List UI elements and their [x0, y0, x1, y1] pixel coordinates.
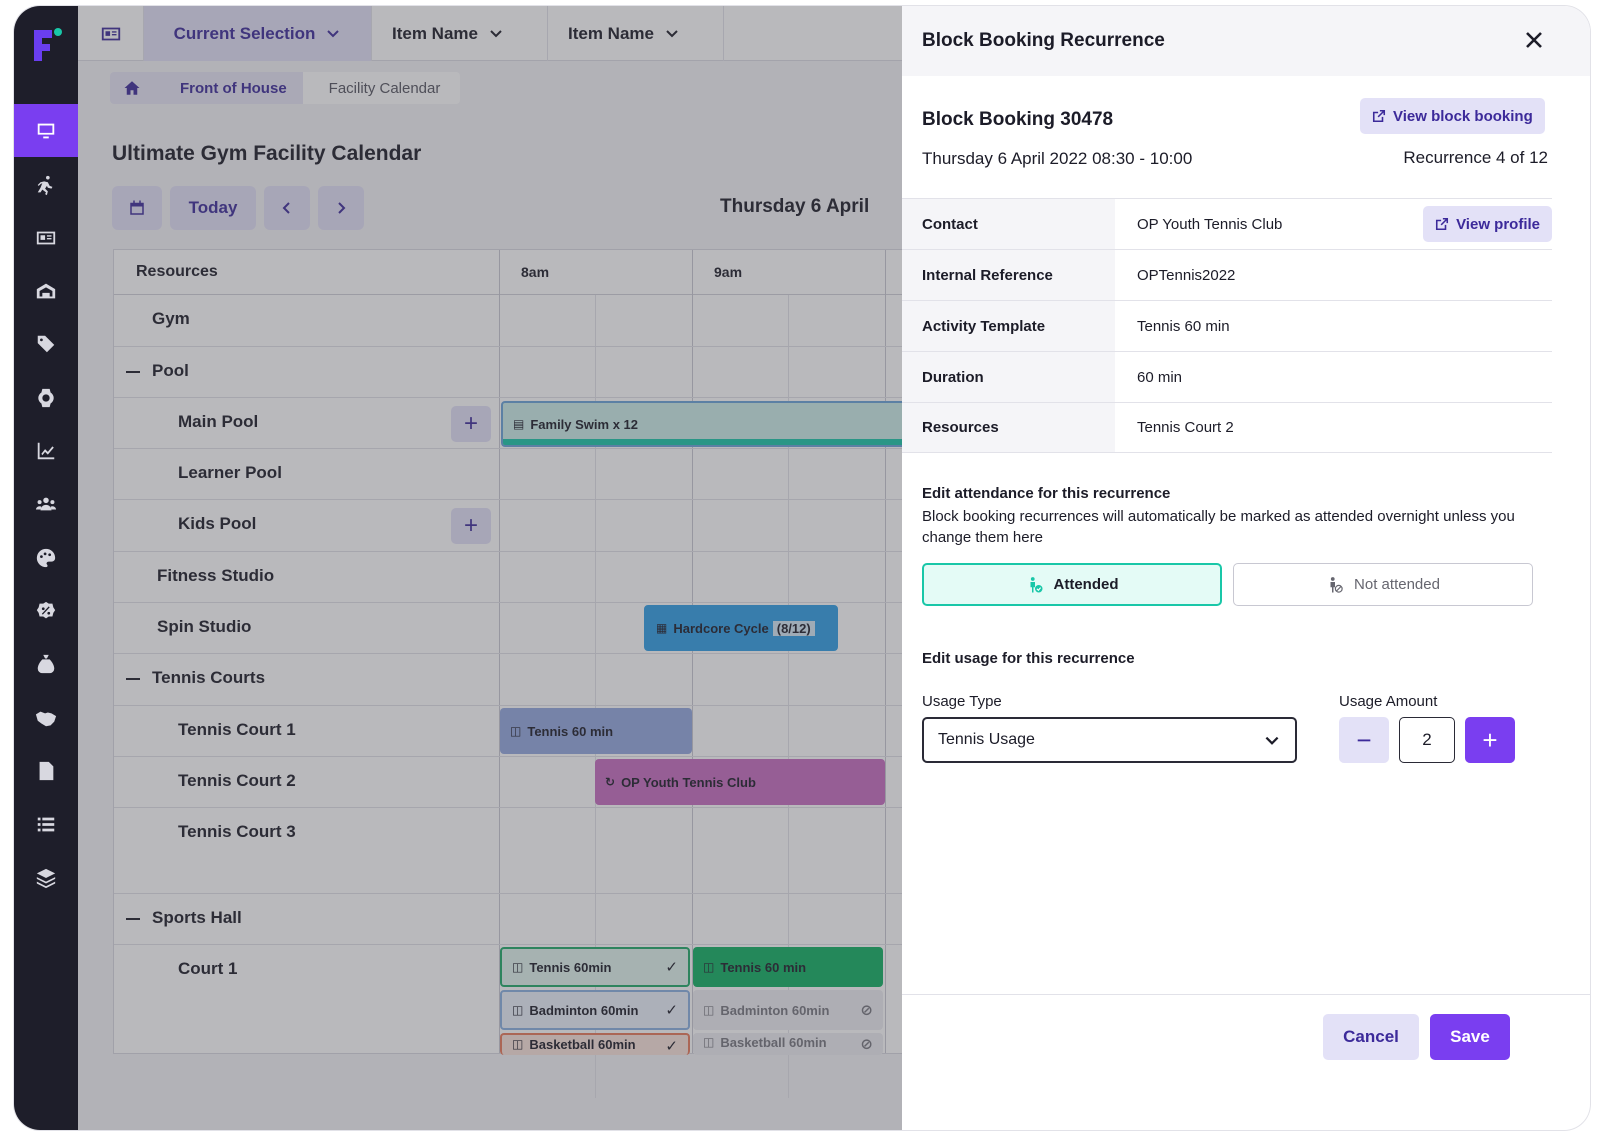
cancel-button[interactable]: Cancel — [1323, 1014, 1419, 1060]
view-block-booking-button[interactable]: View block booking — [1360, 98, 1545, 134]
view-block-booking-label: View block booking — [1393, 107, 1533, 125]
detail-key: Contact — [902, 199, 1115, 249]
view-profile-label: View profile — [1456, 215, 1540, 233]
attended-label: Attended — [1053, 576, 1119, 593]
decrement-button[interactable]: − — [1339, 717, 1389, 763]
block-booking-panel: Block Booking Recurrence Block Booking 3… — [902, 6, 1590, 1130]
desktop-icon[interactable] — [14, 104, 78, 157]
percent-badge-icon[interactable] — [14, 584, 78, 637]
chart-line-icon[interactable] — [14, 424, 78, 477]
detail-key: Resources — [902, 403, 1115, 452]
panel-header: Block Booking Recurrence — [902, 6, 1590, 76]
person-check-icon — [1030, 576, 1042, 592]
running-icon[interactable] — [14, 158, 78, 211]
attendance-section-title: Edit attendance for this recurrence — [922, 485, 1171, 502]
usage-type-label: Usage Type — [922, 693, 1002, 710]
view-profile-button[interactable]: View profile — [1423, 206, 1552, 242]
id-card-icon[interactable] — [14, 211, 78, 264]
save-button[interactable]: Save — [1430, 1014, 1510, 1060]
not-attended-label: Not attended — [1354, 576, 1440, 593]
detail-row-duration: Duration 60 min — [902, 351, 1552, 402]
attendance-help-text: Block booking recurrences will automatic… — [922, 508, 1515, 546]
not-attended-button[interactable]: Not attended — [1233, 563, 1533, 606]
booking-datetime: Thursday 6 April 2022 08:30 - 10:00 — [922, 149, 1193, 168]
panel-footer: Cancel Save — [902, 994, 1590, 1130]
contact-name: OP Youth Tennis Club — [1137, 215, 1283, 233]
panel-title: Block Booking Recurrence — [922, 30, 1165, 51]
usage-type-select[interactable]: Tennis Usage — [922, 717, 1297, 763]
handshake-icon[interactable] — [14, 691, 78, 744]
users-icon[interactable] — [14, 477, 78, 530]
detail-key: Duration — [902, 352, 1115, 402]
detail-row-internal-reference: Internal Reference OPTennis2022 — [902, 249, 1552, 300]
detail-value: OP Youth Tennis Club View profile — [1115, 199, 1552, 249]
detail-row-activity-template: Activity Template Tennis 60 min — [902, 300, 1552, 351]
money-bag-icon[interactable] — [14, 637, 78, 690]
usage-type-value: Tennis Usage — [938, 731, 1035, 748]
external-link-icon — [1436, 217, 1449, 231]
report-icon[interactable] — [14, 744, 78, 797]
palette-icon[interactable] — [14, 531, 78, 584]
usage-amount-label: Usage Amount — [1339, 693, 1438, 710]
usage-section-title: Edit usage for this recurrence — [922, 650, 1135, 667]
close-icon[interactable] — [1522, 28, 1546, 52]
detail-value: 60 min — [1137, 368, 1183, 386]
detail-key: Internal Reference — [902, 250, 1115, 300]
increment-button[interactable]: + — [1465, 717, 1515, 763]
app-window: Current Selection Item Name Item Name Fr… — [14, 6, 1590, 1130]
list-icon[interactable] — [14, 797, 78, 850]
detail-value: OPTennis2022 — [1137, 266, 1236, 284]
usage-amount-input[interactable]: 2 — [1399, 717, 1455, 763]
tags-icon[interactable] — [14, 317, 78, 370]
attended-button[interactable]: Attended — [922, 563, 1222, 606]
watch-icon[interactable] — [14, 371, 78, 424]
external-link-icon — [1372, 109, 1386, 123]
detail-row-contact: Contact OP Youth Tennis Club View profil… — [902, 198, 1552, 249]
detail-row-resources: Resources Tennis Court 2 — [902, 402, 1552, 453]
modal-backdrop[interactable] — [78, 6, 938, 1130]
recurrence-count: Recurrence 4 of 12 — [1403, 148, 1548, 167]
detail-key: Activity Template — [902, 301, 1115, 351]
detail-value: Tennis 60 min — [1137, 317, 1230, 335]
app-logo — [34, 28, 62, 61]
layers-icon[interactable] — [14, 851, 78, 904]
booking-title: Block Booking 30478 — [922, 109, 1114, 130]
sidebar — [14, 6, 78, 1130]
chevron-down-icon — [1265, 736, 1279, 745]
person-cancel-icon — [1330, 576, 1343, 593]
facility-icon[interactable] — [14, 264, 78, 317]
booking-details-table: Contact OP Youth Tennis Club View profil… — [902, 198, 1552, 453]
detail-value: Tennis Court 2 — [1137, 419, 1234, 436]
